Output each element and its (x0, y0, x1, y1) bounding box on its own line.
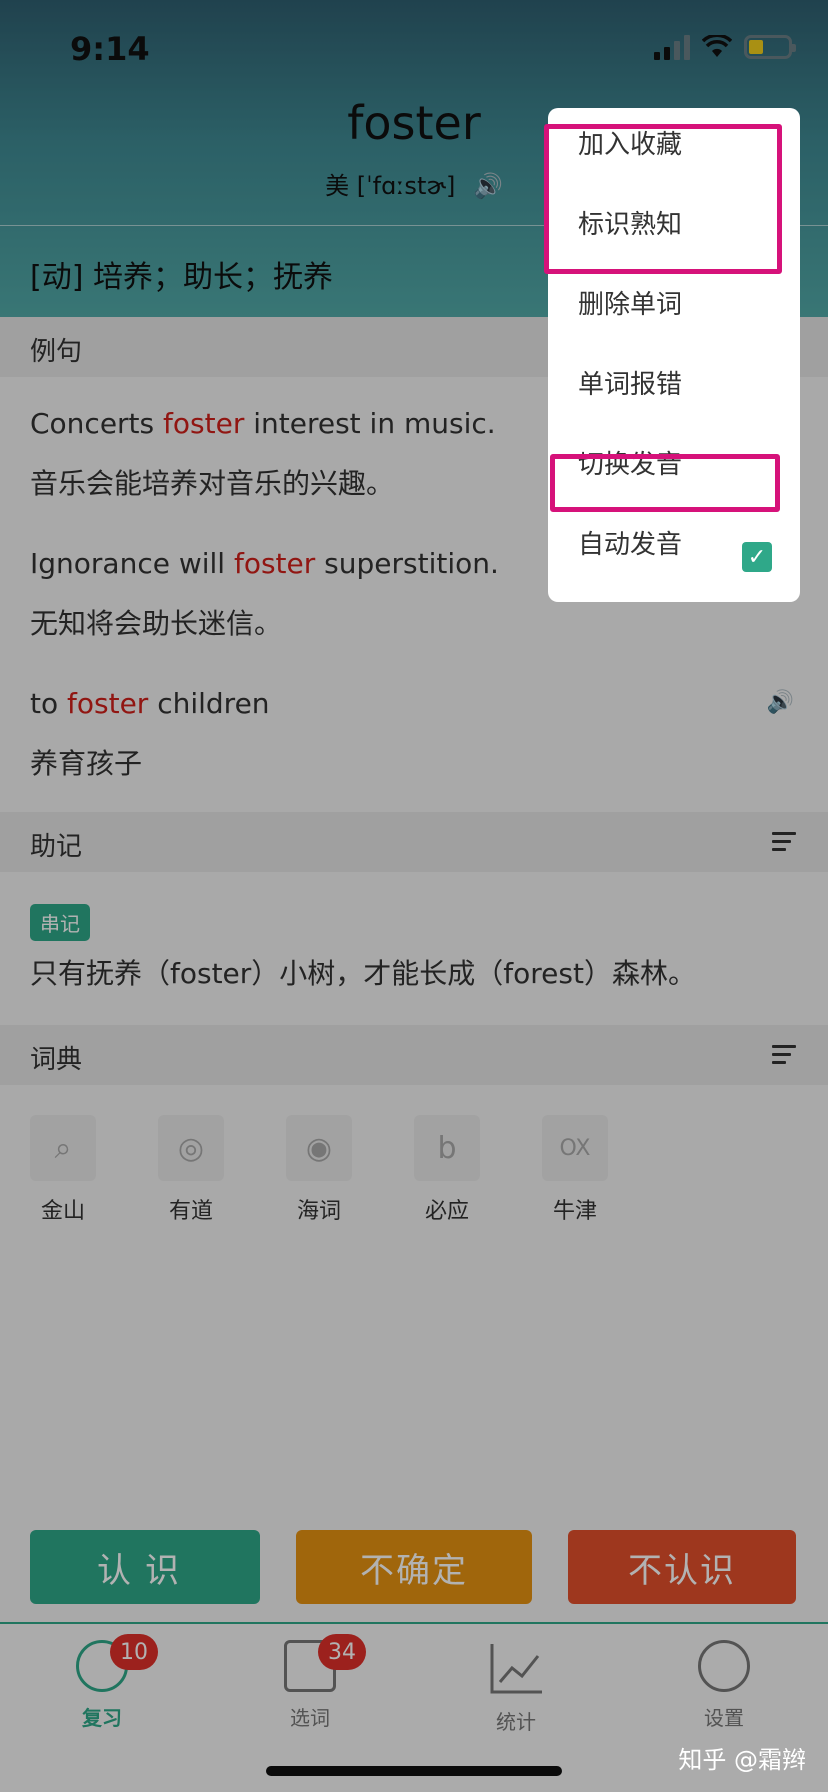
menu-item-auto-pronounce[interactable]: 自动发音 (578, 524, 682, 561)
menu-item-report-error[interactable]: 单词报错 (578, 364, 682, 401)
annotation-box-switch (550, 454, 780, 512)
checkmark-icon[interactable]: ✓ (742, 542, 772, 572)
watermark: 知乎 @霜辫 (678, 1746, 806, 1774)
menu-item-delete-word[interactable]: 删除单词 (578, 284, 682, 321)
annotation-box-top (544, 124, 782, 274)
